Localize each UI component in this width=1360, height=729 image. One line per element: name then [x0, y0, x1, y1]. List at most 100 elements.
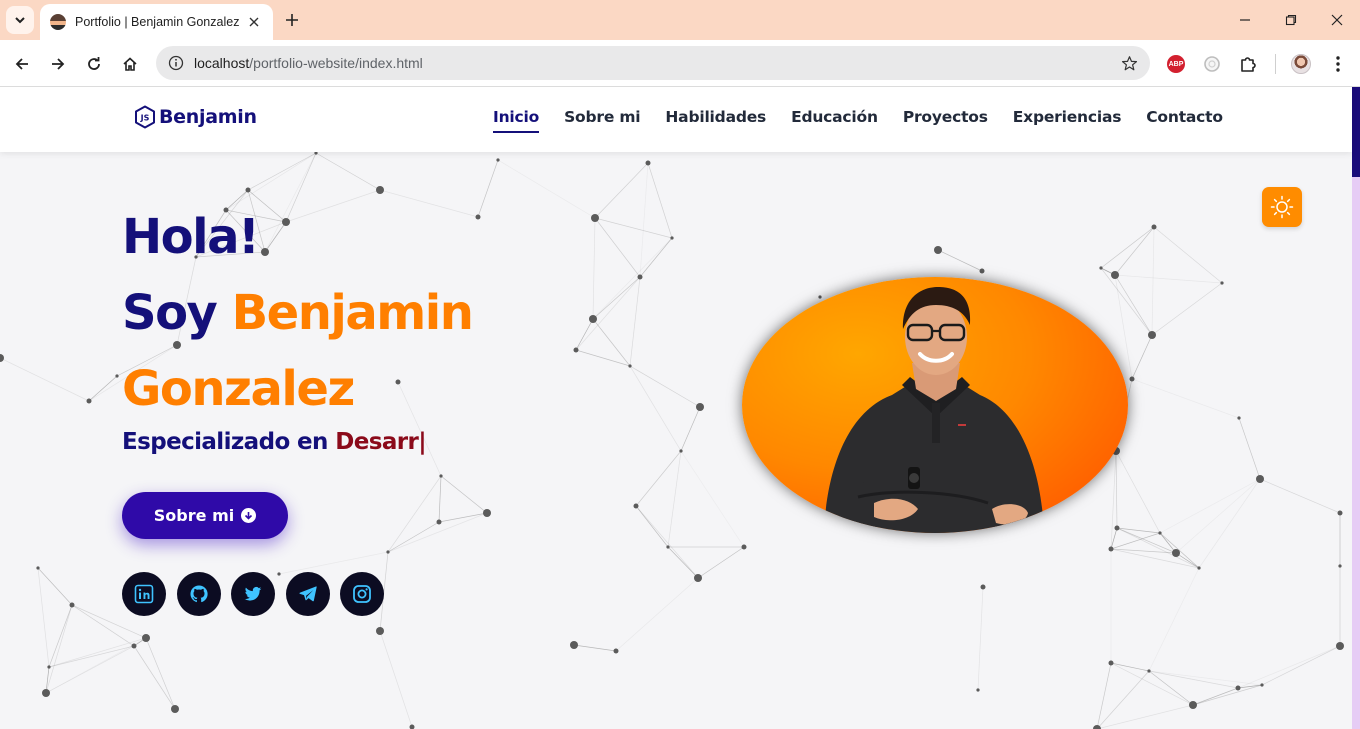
about-me-button[interactable]: Sobre mi	[122, 492, 288, 539]
network-line	[592, 318, 631, 367]
browser-tab-bar: Portfolio | Benjamin Gonzalez	[0, 0, 1360, 40]
tab-close-button[interactable]	[245, 13, 263, 31]
network-line	[1114, 226, 1155, 276]
network-node	[1336, 642, 1344, 650]
restore-button[interactable]	[1268, 0, 1314, 40]
network-line	[440, 475, 488, 514]
browser-tab[interactable]: Portfolio | Benjamin Gonzalez	[40, 4, 273, 40]
network-node	[386, 550, 390, 554]
hexagon-js-logo-icon: JS	[135, 105, 155, 129]
nav-item-contacto[interactable]: Contacto	[1146, 108, 1223, 133]
tab-search-button[interactable]	[6, 6, 34, 34]
network-node	[613, 648, 619, 654]
network-line	[438, 475, 442, 523]
plus-icon	[286, 14, 298, 26]
network-line	[1237, 645, 1341, 689]
tab-title: Portfolio | Benjamin Gonzalez	[75, 15, 240, 29]
network-line	[477, 159, 499, 218]
network-line	[1151, 226, 1155, 336]
nav-item-sobre-mi[interactable]: Sobre mi	[564, 108, 641, 133]
browser-menu-button[interactable]	[1326, 52, 1350, 76]
network-line	[1148, 670, 1263, 686]
profile-button[interactable]	[1289, 52, 1313, 76]
network-line	[1114, 274, 1223, 284]
network-node	[115, 374, 119, 378]
network-line	[379, 630, 413, 728]
page-scrollbar[interactable]	[1352, 87, 1360, 729]
site-logo[interactable]: JS Benjamin	[134, 105, 257, 129]
instagram-icon	[353, 585, 371, 603]
network-line	[48, 637, 147, 668]
scrollbar-thumb[interactable]	[1352, 87, 1360, 177]
network-node	[245, 187, 251, 193]
network-node	[934, 246, 942, 254]
url-path: /portfolio-website/index.html	[249, 55, 423, 71]
back-button[interactable]	[8, 50, 36, 78]
linkedin-icon	[134, 584, 154, 604]
network-line	[1192, 687, 1239, 706]
typing-caret: |	[418, 429, 427, 455]
linkedin-button[interactable]	[122, 572, 166, 616]
network-node	[818, 295, 822, 299]
network-line	[635, 505, 699, 579]
network-line	[629, 276, 641, 367]
extension-button[interactable]	[1200, 52, 1224, 76]
network-node	[1099, 266, 1103, 270]
network-node	[0, 354, 4, 362]
minimize-button[interactable]	[1222, 0, 1268, 40]
nav-item-habilidades[interactable]: Habilidades	[665, 108, 766, 133]
network-line	[45, 645, 135, 694]
chevron-down-icon	[15, 17, 25, 24]
extensions-menu-button[interactable]	[1236, 52, 1260, 76]
close-window-button[interactable]	[1314, 0, 1360, 40]
adblock-extension-button[interactable]: ABP	[1164, 52, 1188, 76]
network-node	[666, 545, 670, 549]
network-line	[145, 637, 176, 710]
network-node	[483, 509, 491, 517]
instagram-button[interactable]	[340, 572, 384, 616]
web-page: JS Benjamin Inicio Sobre mi Habilidades …	[0, 87, 1360, 729]
network-line	[1100, 267, 1153, 336]
network-node	[1148, 331, 1156, 339]
nav-item-proyectos[interactable]: Proyectos	[903, 108, 988, 133]
network-node	[1256, 475, 1264, 483]
network-node	[976, 688, 980, 692]
nav-item-experiencias[interactable]: Experiencias	[1013, 108, 1122, 133]
arrow-right-icon	[52, 58, 65, 70]
network-line	[438, 512, 488, 523]
nav-item-inicio[interactable]: Inicio	[493, 108, 539, 133]
github-icon	[189, 585, 208, 603]
restore-icon	[1285, 14, 1297, 26]
theme-toggle-button[interactable]	[1262, 187, 1302, 227]
network-node	[1220, 281, 1224, 285]
close-icon	[1331, 14, 1343, 26]
star-icon[interactable]	[1121, 55, 1138, 72]
new-tab-button[interactable]	[280, 8, 304, 32]
network-line	[575, 349, 631, 367]
nav-item-educacion[interactable]: Educación	[791, 108, 878, 133]
home-button[interactable]	[116, 50, 144, 78]
network-line	[615, 577, 699, 652]
hero-intro: Soy	[122, 285, 218, 341]
url-text[interactable]: localhost/portfolio-website/index.html	[194, 55, 1121, 71]
network-line	[1175, 478, 1261, 554]
network-node	[496, 158, 500, 162]
network-node	[1338, 564, 1342, 568]
github-button[interactable]	[176, 572, 221, 616]
network-line	[247, 152, 317, 191]
info-icon[interactable]	[168, 55, 184, 71]
forward-button[interactable]	[44, 50, 72, 78]
twitter-button[interactable]	[231, 572, 275, 616]
telegram-button[interactable]	[285, 572, 330, 616]
toolbar-divider	[1275, 54, 1276, 74]
network-node	[475, 214, 481, 220]
reload-button[interactable]	[80, 50, 108, 78]
network-line	[639, 162, 649, 278]
minimize-icon	[1240, 19, 1250, 21]
address-bar[interactable]: localhost/portfolio-website/index.html	[156, 46, 1150, 80]
hero-greeting: Hola!	[122, 209, 260, 265]
site-header: JS Benjamin Inicio Sobre mi Habilidades …	[0, 87, 1352, 152]
network-node	[376, 186, 384, 194]
network-node	[628, 364, 632, 368]
twitter-icon	[244, 586, 262, 601]
